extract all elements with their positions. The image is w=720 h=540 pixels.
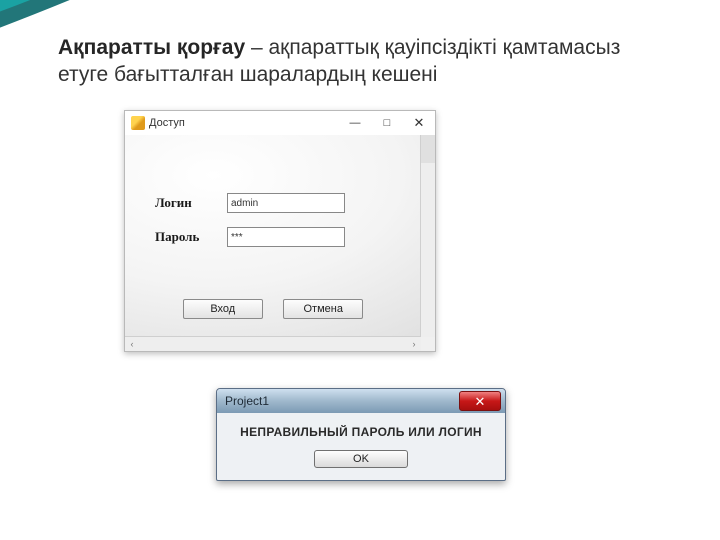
error-dialog: Project1 ✕ НЕПРАВИЛЬНЫЙ ПАРОЛЬ ИЛИ ЛОГИН…	[216, 388, 506, 481]
app-icon	[131, 116, 145, 130]
login-window-title: Доступ	[149, 117, 185, 129]
vertical-scrollbar[interactable]	[420, 135, 435, 337]
login-label: Логин	[155, 195, 227, 211]
password-label: Пароль	[155, 229, 227, 245]
password-row: Пароль	[155, 227, 345, 247]
cancel-button[interactable]: Отмена	[283, 299, 363, 319]
maximize-button[interactable]: □	[371, 111, 403, 135]
close-button[interactable]: ✕	[403, 111, 435, 135]
login-row: Логин	[155, 193, 345, 213]
error-dialog-body: НЕПРАВИЛЬНЫЙ ПАРОЛЬ ИЛИ ЛОГИН	[217, 413, 505, 443]
slide-heading: Ақпаратты қорғау – ақпараттық қауіпсізді…	[58, 34, 658, 89]
login-window: Доступ — □ ✕ Логин Пароль Вход Отмена ‹ …	[124, 110, 436, 352]
error-dialog-button-row: OK	[217, 443, 505, 480]
close-icon: ✕	[475, 395, 486, 408]
hscroll-left-icon[interactable]: ‹	[125, 339, 139, 349]
horizontal-scrollbar[interactable]: ‹ ›	[125, 336, 421, 351]
login-input[interactable]	[227, 193, 345, 213]
slide-heading-bold: Ақпаратты қорғау	[58, 36, 245, 59]
error-message: НЕПРАВИЛЬНЫЙ ПАРОЛЬ ИЛИ ЛОГИН	[227, 425, 495, 439]
submit-button[interactable]: Вход	[183, 299, 263, 319]
ok-button[interactable]: OK	[314, 450, 408, 468]
password-input[interactable]	[227, 227, 345, 247]
error-dialog-close-button[interactable]: ✕	[459, 391, 501, 411]
error-dialog-title: Project1	[225, 394, 269, 408]
login-titlebar[interactable]: Доступ — □ ✕	[125, 111, 435, 136]
hscroll-right-icon[interactable]: ›	[407, 339, 421, 349]
login-button-row: Вход Отмена	[125, 299, 421, 319]
minimize-button[interactable]: —	[339, 111, 371, 135]
login-window-body: Логин Пароль Вход Отмена	[125, 135, 421, 337]
error-dialog-titlebar[interactable]: Project1 ✕	[217, 389, 505, 413]
window-caption-buttons: — □ ✕	[339, 111, 435, 135]
